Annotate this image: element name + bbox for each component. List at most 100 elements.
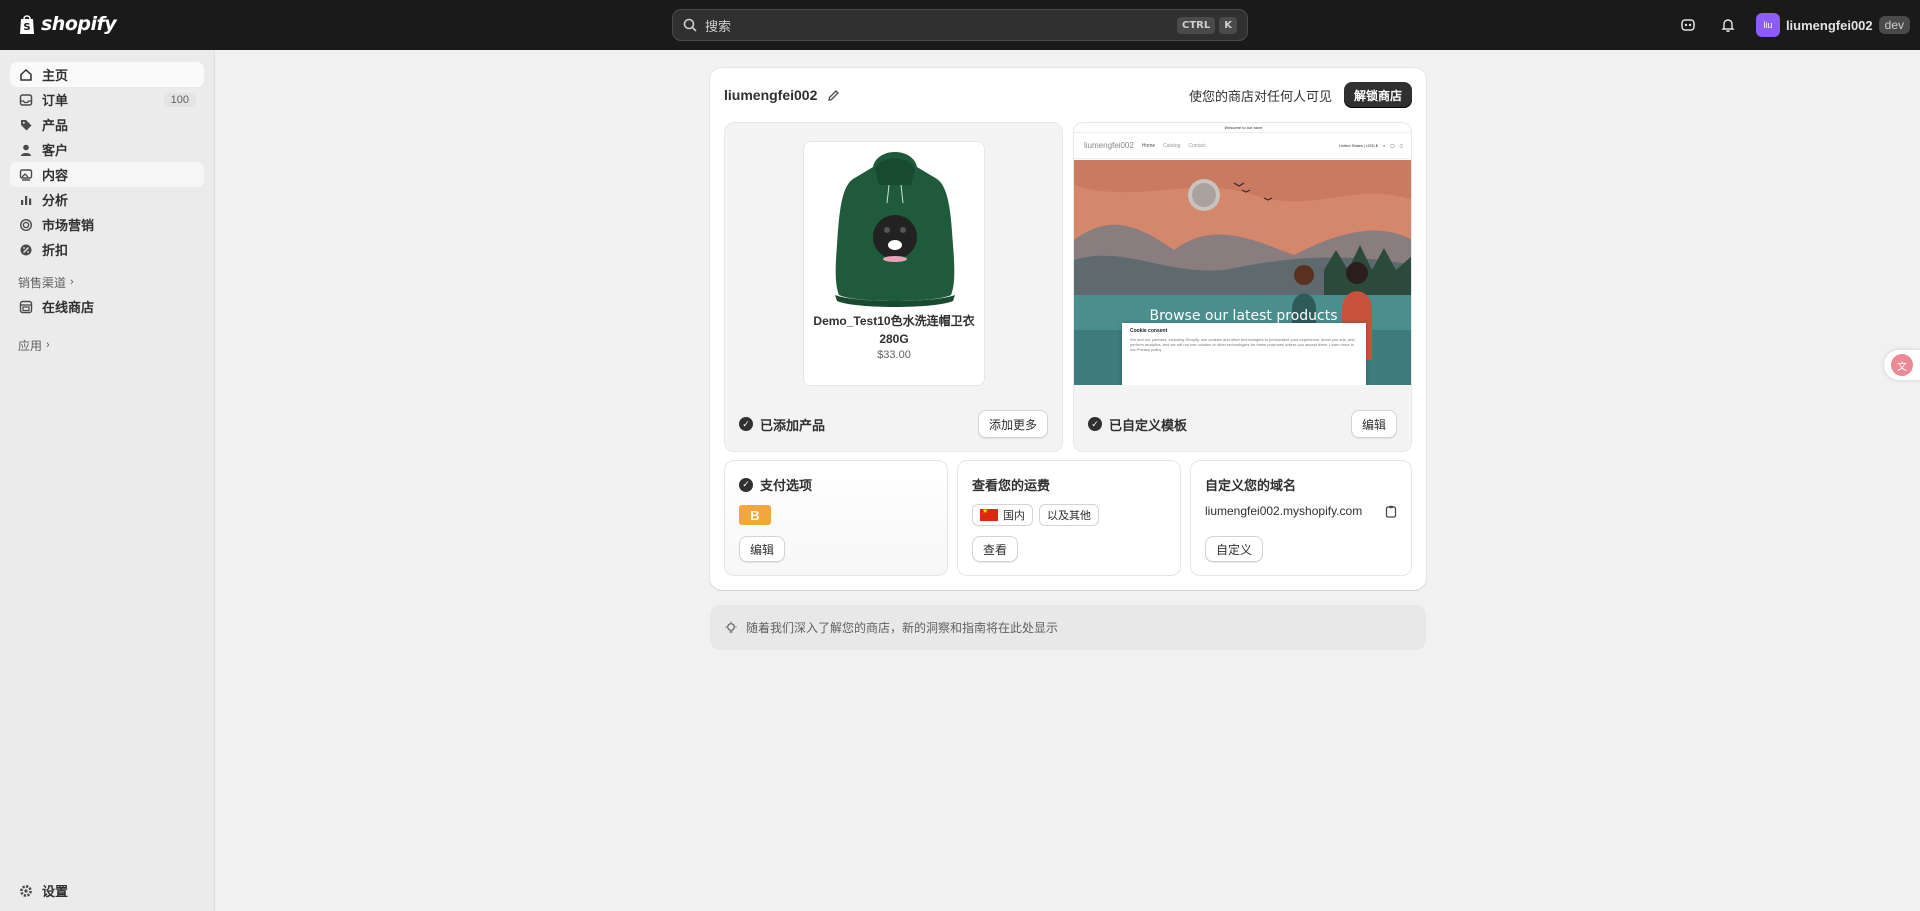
product-panel: Demo_Test10色水洗连帽卫衣280G $33.00 ✓ 已添加产品 添加… xyxy=(724,122,1063,452)
preview-search-icon: ⌕ xyxy=(1382,143,1386,148)
store-name: liumengfei002 xyxy=(724,87,818,103)
inbox-icon xyxy=(18,92,34,108)
view-shipping-button[interactable]: 查看 xyxy=(972,536,1019,562)
checkmark-icon: ✓ xyxy=(1088,417,1102,431)
domain-url: liumengfei002.myshopify.com xyxy=(1205,504,1363,518)
bell-icon xyxy=(1721,19,1735,32)
sidebar-item-label: 市场营销 xyxy=(42,218,95,233)
target-icon xyxy=(18,217,34,233)
preview-nav: liumengfei002 Home Catalog Contact Unite… xyxy=(1074,133,1411,159)
sidebar-item-label: 折扣 xyxy=(42,243,69,258)
image-icon xyxy=(18,167,34,183)
pencil-icon xyxy=(828,89,840,101)
floating-translate-widget[interactable]: 文 xyxy=(1884,350,1920,380)
dev-badge: dev xyxy=(1878,16,1910,34)
sidekick-icon xyxy=(1681,19,1695,31)
insights-text: 随着我们深入了解您的商店，新的洞察和指南将在此处显示 xyxy=(746,621,1059,635)
custom-domain-card: 自定义您的域名 liumengfei002.myshopify.com 自定义 xyxy=(1190,460,1412,576)
checkmark-icon: ✓ xyxy=(739,417,753,431)
sidebar-item-content[interactable]: 内容 xyxy=(10,162,204,187)
shipping-title: 查看您的运费 xyxy=(972,478,1051,493)
avatar: liu xyxy=(1755,13,1780,37)
sidebar-item-label: 产品 xyxy=(42,118,69,133)
preview-cookie-banner: Cookie consent We and our partners, incl… xyxy=(1122,323,1366,385)
sales-channels-section[interactable]: 销售渠道 › xyxy=(10,270,204,294)
sidebar-item-label: 分析 xyxy=(42,193,69,208)
sidebar-item-products[interactable]: 产品 xyxy=(10,112,204,137)
shipping-rates-card: 查看您的运费 国内 以及其他 查看 xyxy=(957,460,1181,576)
sidebar-item-label: 主页 xyxy=(42,68,69,83)
sidebar-item-label: 设置 xyxy=(42,884,69,899)
theme-panel: Welcome to our store liumengfei002 Home … xyxy=(1073,122,1412,452)
china-flag-icon xyxy=(980,507,998,521)
sidebar-item-discounts[interactable]: 折扣 xyxy=(10,237,204,262)
lightbulb-icon xyxy=(724,621,738,635)
sidebar-item-label: 内容 xyxy=(42,168,69,183)
preview-cookie-title: Cookie consent xyxy=(1130,328,1168,334)
search-bar[interactable]: 搜索 CTRL K xyxy=(672,9,1248,41)
sidebar-item-settings[interactable]: 设置 xyxy=(10,878,205,903)
gear-icon xyxy=(18,883,34,899)
shipping-tag-domestic: 国内 xyxy=(972,504,1033,526)
product-status-label: 已添加产品 xyxy=(760,417,826,433)
preview-hero-title: Browse our latest products xyxy=(1149,308,1338,324)
orders-count-badge: 100 xyxy=(163,92,196,107)
copy-domain-button[interactable] xyxy=(1385,505,1397,521)
username: liumengfei002 xyxy=(1785,17,1873,33)
preview-region: United States | USD $ ⌕ ◯ ◻ xyxy=(1339,143,1403,148)
shopify-logo[interactable]: S shopify xyxy=(18,13,117,35)
edit-store-name-button[interactable] xyxy=(827,89,840,102)
preview-cookie-body: We and our partners, including Shopify, … xyxy=(1130,337,1355,352)
insights-banner: 随着我们深入了解您的商店，新的洞察和指南将在此处显示 xyxy=(710,605,1426,650)
bar-chart-icon xyxy=(18,192,34,208)
sidebar-item-online-store[interactable]: 在线商店 xyxy=(10,294,204,319)
sidebar-item-orders[interactable]: 订单 100 xyxy=(10,87,204,112)
search-icon xyxy=(683,18,697,32)
product-preview-card[interactable]: Demo_Test10色水洗连帽卫衣280G $33.00 xyxy=(803,141,985,386)
search-input[interactable]: 搜索 xyxy=(705,16,1173,35)
sidebar-item-home[interactable]: 主页 xyxy=(10,62,204,87)
tag-icon xyxy=(18,117,34,133)
notifications-button[interactable] xyxy=(1712,9,1744,41)
shipping-tag-other: 以及其他 xyxy=(1039,504,1099,526)
sidebar-item-label: 订单 xyxy=(42,93,69,108)
shipping-tag-domestic-label: 国内 xyxy=(1003,510,1025,522)
sidebar: 主页 订单 100 产品 客户 内容 分析 市场营销 折扣 销售渠道 › 在线商… xyxy=(0,50,215,911)
product-panel-footer: ✓ 已添加产品 添加更多 xyxy=(739,409,1048,439)
edit-theme-button[interactable]: 编辑 xyxy=(1350,410,1397,438)
user-menu[interactable]: liu liumengfei002 dev xyxy=(1755,13,1910,37)
apps-label: 应用 xyxy=(18,338,43,353)
chevron-right-icon: › xyxy=(46,339,50,351)
clipboard-icon xyxy=(1385,505,1397,518)
shopify-bag-icon: S xyxy=(20,14,34,34)
sidebar-item-marketing[interactable]: 市场营销 xyxy=(10,212,204,237)
person-icon xyxy=(18,142,34,158)
add-more-products-button[interactable]: 添加更多 xyxy=(977,410,1048,438)
checkmark-icon: ✓ xyxy=(739,477,753,492)
logo-text: shopify xyxy=(41,13,117,35)
translate-icon: 文 xyxy=(1891,354,1913,376)
domain-title: 自定义您的域名 xyxy=(1205,478,1297,493)
apps-section[interactable]: 应用 › xyxy=(10,333,204,357)
home-icon xyxy=(18,67,34,83)
settings-area: 设置 xyxy=(10,878,205,903)
product-name: Demo_Test10色水洗连帽卫衣280G xyxy=(813,314,975,346)
theme-preview[interactable]: Welcome to our store liumengfei002 Home … xyxy=(1074,123,1411,385)
top-right-controls: liu liumengfei002 dev xyxy=(1672,9,1910,41)
preview-cart-icon: ◻ xyxy=(1399,143,1403,148)
sidekick-button[interactable] xyxy=(1672,9,1704,41)
sidebar-nav: 主页 订单 100 产品 客户 内容 分析 市场营销 折扣 销售渠道 › 在线商… xyxy=(0,50,214,357)
card-header: liumengfei002 使您的商店对任何人可见 解锁商店 xyxy=(724,82,1412,108)
preview-region-text: United States | USD $ xyxy=(1338,143,1378,148)
edit-payment-button[interactable]: 编辑 xyxy=(739,536,786,562)
customize-domain-button[interactable]: 自定义 xyxy=(1205,536,1264,562)
preview-nav-contact: Contact xyxy=(1188,142,1206,149)
store-icon xyxy=(18,299,34,315)
sidebar-item-customers[interactable]: 客户 xyxy=(10,137,204,162)
unlock-store-button[interactable]: 解锁商店 xyxy=(1343,82,1412,108)
payment-options-card: ✓ 支付选项 B 编辑 xyxy=(724,460,948,576)
theme-status-label: 已自定义模板 xyxy=(1109,417,1188,433)
sidebar-item-label: 客户 xyxy=(42,143,69,158)
sidebar-item-analytics[interactable]: 分析 xyxy=(10,187,204,212)
shortcut-ctrl-key: CTRL xyxy=(1177,16,1216,34)
